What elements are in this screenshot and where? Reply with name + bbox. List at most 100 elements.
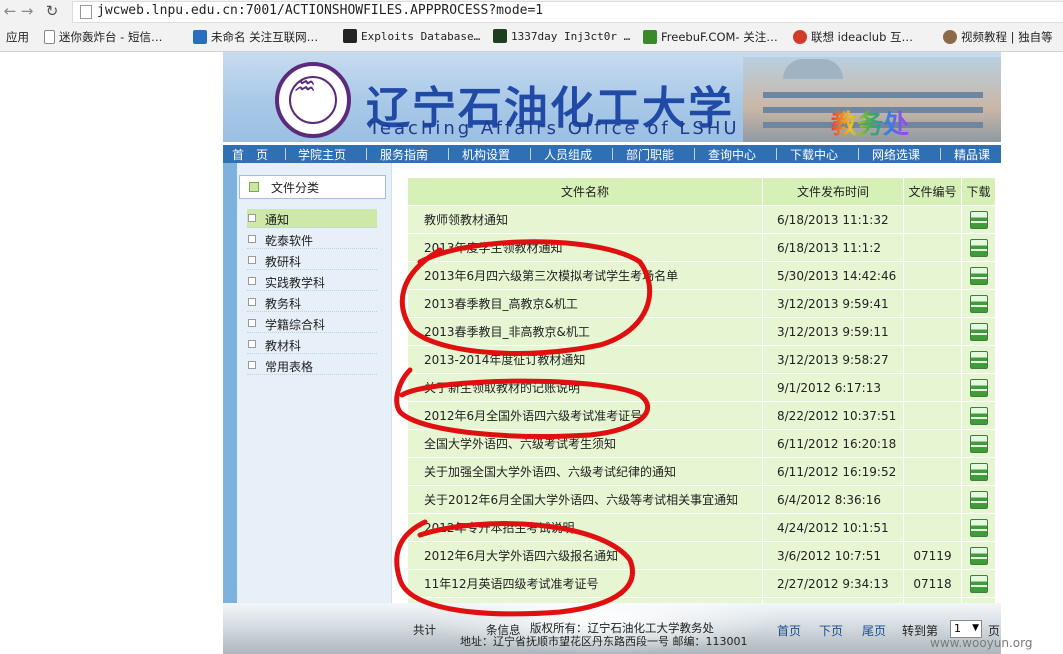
download-cell[interactable] [961, 485, 996, 514]
table-row[interactable]: 2013-2014年度征订教材通知 3/12/2013 9:58:27 [407, 345, 996, 374]
download-cell[interactable] [961, 317, 996, 346]
download-cell[interactable] [961, 289, 996, 318]
file-name-cell[interactable]: 教师领教材通知 [407, 205, 763, 234]
download-icon[interactable] [969, 574, 988, 593]
bookmark-item[interactable]: Exploits Database… [343, 29, 480, 43]
file-name-cell[interactable]: 关于新生领取教材的记账说明 [407, 373, 763, 402]
table-row[interactable]: 2013年度学生领教材通知 6/18/2013 11:1:2 [407, 233, 996, 262]
bookmark-apps[interactable]: 应用 [6, 29, 29, 45]
file-name-cell[interactable]: 11年12月英语四级考试准考证号 [407, 569, 763, 598]
table-row[interactable]: 关于加强全国大学外语四、六级考试纪律的通知 6/11/2012 16:19:52 [407, 457, 996, 486]
file-number-cell [903, 317, 962, 346]
table-row[interactable]: 全国大学外语四、六级考试考生须知 6/11/2012 16:20:18 [407, 429, 996, 458]
download-cell[interactable] [961, 541, 996, 570]
nav-quality-course[interactable]: 精品课 [954, 146, 990, 163]
file-name-cell[interactable]: 2013年度学生领教材通知 [407, 233, 763, 262]
table-row[interactable]: 2013春季教目_高教京&机工 3/12/2013 9:59:41 [407, 289, 996, 318]
download-cell[interactable] [961, 233, 996, 262]
nav-download[interactable]: 下载中心 [790, 146, 838, 163]
bookmark-label: 视频教程 | 独自等 [961, 30, 1053, 44]
category-item[interactable]: 乾泰软件 [247, 230, 377, 249]
bookmark-item[interactable]: 迷你轰炸台 - 短信… [44, 29, 162, 45]
file-name-cell[interactable]: 2013-2014年度征订教材通知 [407, 345, 763, 374]
bookmark-item[interactable]: 视频教程 | 独自等 [943, 29, 1053, 45]
bookmark-item[interactable]: 未命名 关注互联网… [193, 29, 318, 45]
category-item[interactable]: 教务科 [247, 293, 377, 312]
download-icon[interactable] [969, 434, 988, 453]
category-label: 学籍综合科 [265, 318, 326, 332]
download-icon[interactable] [969, 546, 988, 565]
bookmark-item[interactable]: 联想 ideaclub 互… [793, 29, 913, 45]
category-item[interactable]: 教材科 [247, 335, 377, 354]
category-item[interactable]: 常用表格 [247, 356, 377, 375]
download-icon[interactable] [969, 490, 988, 509]
download-cell[interactable] [961, 429, 996, 458]
bullet-icon [248, 298, 256, 306]
category-item[interactable]: 实践教学科 [247, 272, 377, 291]
next-page-link[interactable]: 下页 [819, 622, 843, 639]
url-text[interactable]: jwcweb.lnpu.edu.cn:7001/ACTIONSHOWFILES.… [97, 3, 543, 18]
download-cell[interactable] [961, 373, 996, 402]
download-cell[interactable] [961, 205, 996, 234]
nav-college[interactable]: 学院主页 [298, 146, 346, 163]
bookmark-item[interactable]: FreebuF.COM- 关注… [643, 29, 778, 45]
download-cell[interactable] [961, 401, 996, 430]
table-row[interactable]: 教师领教材通知 6/18/2013 11:1:32 [407, 205, 996, 234]
download-icon[interactable] [969, 406, 988, 425]
reload-icon[interactable]: ↻ [42, 2, 62, 20]
download-icon[interactable] [969, 210, 988, 229]
table-row[interactable]: 2012年专升本招生考试说明 4/24/2012 10:1:51 [407, 513, 996, 542]
download-icon[interactable] [969, 322, 988, 341]
download-icon[interactable] [969, 378, 988, 397]
table-row[interactable]: 11年12月英语四级考试准考证号 2/27/2012 9:34:13 07118 [407, 569, 996, 598]
category-header: 文件分类 [239, 175, 386, 199]
file-name-cell[interactable]: 2013年6月四六级第三次模拟考试学生考场名单 [407, 261, 763, 290]
download-icon[interactable] [969, 462, 988, 481]
download-icon[interactable] [969, 266, 988, 285]
file-name-cell[interactable]: 2013春季教目_非高教京&机工 [407, 317, 763, 346]
category-item[interactable]: 学籍综合科 [247, 314, 377, 333]
bullet-icon [248, 340, 256, 348]
file-name-cell[interactable]: 2012年6月大学外语四六级报名通知 [407, 541, 763, 570]
table-row[interactable]: 2013春季教目_非高教京&机工 3/12/2013 9:59:11 [407, 317, 996, 346]
bullet-icon [248, 361, 256, 369]
nav-staff[interactable]: 人员组成 [544, 146, 592, 163]
download-cell[interactable] [961, 569, 996, 598]
file-number-cell [903, 345, 962, 374]
file-name-cell[interactable]: 2012年专升本招生考试说明 [407, 513, 763, 542]
download-cell[interactable] [961, 261, 996, 290]
forward-button[interactable]: → [17, 2, 37, 20]
download-icon[interactable] [969, 518, 988, 537]
browser-toolbar: ← → ↻ jwcweb.lnpu.edu.cn:7001/ACTIONSHOW… [0, 0, 1063, 52]
nav-org[interactable]: 机构设置 [462, 146, 510, 163]
download-icon[interactable] [969, 350, 988, 369]
file-name-cell[interactable]: 关于2012年6月全国大学外语四、六级等考试相关事宜通知 [407, 485, 763, 514]
file-name-cell[interactable]: 2013春季教目_高教京&机工 [407, 289, 763, 318]
table-row[interactable]: 关于新生领取教材的记账说明 9/1/2012 6:17:13 [407, 373, 996, 402]
file-name-cell[interactable]: 全国大学外语四、六级考试考生须知 [407, 429, 763, 458]
category-item[interactable]: 通知 [247, 209, 377, 228]
nav-home[interactable]: 首 页 [232, 146, 268, 163]
bullet-icon [248, 235, 256, 243]
last-page-link[interactable]: 尾页 [862, 622, 886, 639]
download-cell[interactable] [961, 457, 996, 486]
bookmark-label: 未命名 关注互联网… [211, 30, 319, 44]
nav-course-select[interactable]: 网络选课 [872, 146, 920, 163]
download-icon[interactable] [969, 238, 988, 257]
nav-service[interactable]: 服务指南 [380, 146, 428, 163]
download-cell[interactable] [961, 513, 996, 542]
download-icon[interactable] [969, 294, 988, 313]
table-row[interactable]: 2013年6月四六级第三次模拟考试学生考场名单 5/30/2013 14:42:4… [407, 261, 996, 290]
file-name-cell[interactable]: 2012年6月全国外语四六级考试准考证号 [407, 401, 763, 430]
nav-duties[interactable]: 部门职能 [626, 146, 674, 163]
table-row[interactable]: 关于2012年6月全国大学外语四、六级等考试相关事宜通知 6/4/2012 8:3… [407, 485, 996, 514]
nav-query[interactable]: 查询中心 [708, 146, 756, 163]
office-name: 教务处 [831, 104, 909, 141]
table-row[interactable]: 2012年6月大学外语四六级报名通知 3/6/2012 10:7:51 07119 [407, 541, 996, 570]
table-row[interactable]: 2012年6月全国外语四六级考试准考证号 8/22/2012 10:37:51 [407, 401, 996, 430]
category-item[interactable]: 教研科 [247, 251, 377, 270]
file-name-cell[interactable]: 关于加强全国大学外语四、六级考试纪律的通知 [407, 457, 763, 486]
bookmark-item[interactable]: 1337day Inj3ct0r … [493, 29, 630, 43]
download-cell[interactable] [961, 345, 996, 374]
first-page-link[interactable]: 首页 [777, 622, 801, 639]
